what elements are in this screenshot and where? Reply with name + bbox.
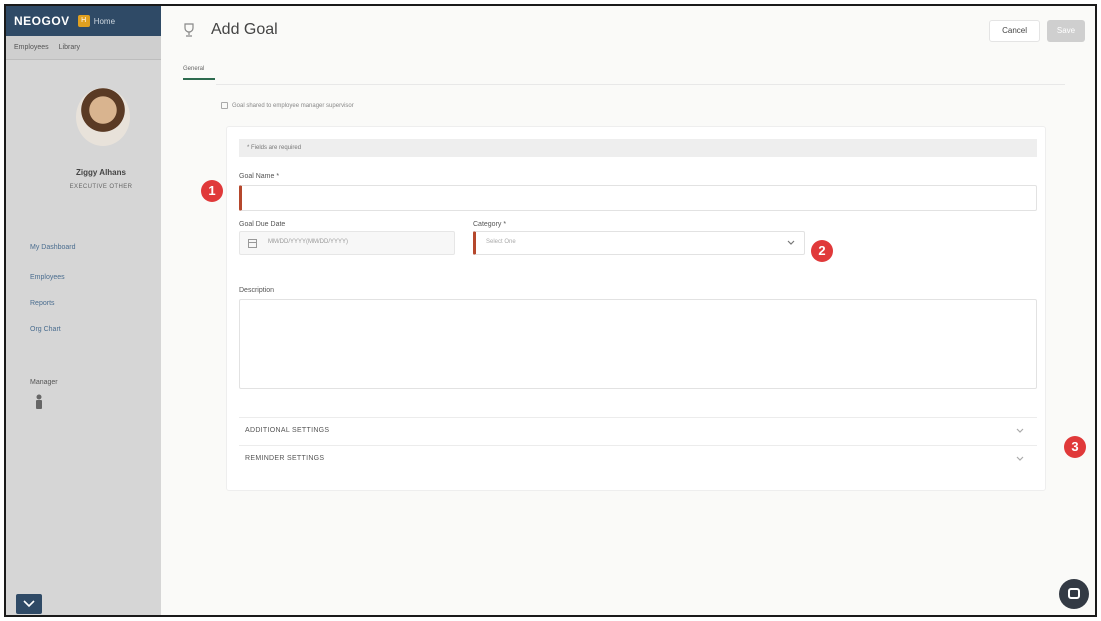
sidebar: NEOGOV H Home Employees Library Ziggy Al… [6, 6, 161, 615]
trophy-icon [184, 23, 194, 37]
goal-name-input[interactable] [239, 185, 1037, 211]
notice-text: Goal shared to employee manager supervis… [232, 102, 354, 109]
description-label: Description [239, 287, 275, 294]
home-app-icon: H [77, 15, 90, 27]
nav-org-chart[interactable]: Org Chart [30, 326, 61, 333]
page-header: Add Goal Cancel Save [161, 6, 1095, 56]
divider [216, 84, 1065, 85]
app-switcher[interactable]: H Home [77, 15, 116, 27]
chat-button[interactable] [1059, 579, 1089, 609]
nav-employees[interactable]: Employees [30, 274, 65, 281]
goal-form-card: * Fields are required Goal Name * Goal D… [226, 126, 1046, 491]
chevron-down-icon [1016, 456, 1024, 461]
due-date-input[interactable]: MM/DD/YYYY(MM/DD/YYYY) [239, 231, 455, 255]
description-textarea[interactable] [239, 299, 1037, 389]
due-date-label: Goal Due Date [239, 221, 286, 228]
chevron-down-icon [1016, 428, 1024, 433]
chevron-down-icon [23, 600, 35, 608]
save-button[interactable]: Save [1047, 20, 1085, 42]
due-date-placeholder: MM/DD/YYYY(MM/DD/YYYY) [268, 239, 349, 245]
tab-general[interactable]: General [183, 66, 204, 72]
calendar-icon[interactable] [248, 239, 257, 248]
sub-nav: Employees Library [6, 36, 161, 60]
collapse-button[interactable] [16, 594, 42, 614]
annotation-marker-1: 1 [201, 180, 223, 202]
annotation-marker-2: 2 [811, 240, 833, 262]
goal-name-label: Goal Name * [239, 173, 280, 180]
person-icon[interactable] [34, 394, 44, 410]
tab-active-indicator [183, 78, 215, 80]
subnav-employees[interactable]: Employees [14, 44, 49, 51]
user-avatar[interactable] [76, 88, 130, 146]
reminder-settings-label: REMINDER SETTINGS [245, 455, 325, 462]
chevron-down-icon [787, 240, 795, 245]
additional-settings-row[interactable]: ADDITIONAL SETTINGS [239, 417, 1037, 443]
main-content: Add Goal Cancel Save General Goal shared… [161, 6, 1095, 615]
user-name: Ziggy Alhans [76, 168, 126, 177]
user-title: EXECUTIVE OTHER [69, 184, 133, 190]
cancel-button[interactable]: Cancel [989, 20, 1040, 42]
app-name: Home [93, 16, 116, 26]
share-notice[interactable]: Goal shared to employee manager supervis… [221, 102, 354, 109]
reminder-settings-row[interactable]: REMINDER SETTINGS [239, 445, 1037, 471]
app-window: NEOGOV H Home Employees Library Ziggy Al… [4, 4, 1097, 617]
required-fields-note: * Fields are required [239, 139, 1037, 157]
top-bar: NEOGOV H Home [6, 6, 161, 36]
category-label: Category * [473, 221, 507, 228]
category-placeholder: Select One [486, 239, 516, 245]
notice-checkbox[interactable] [221, 102, 228, 109]
category-select[interactable]: Select One [473, 231, 805, 255]
nav-reports[interactable]: Reports [30, 300, 55, 307]
subnav-library[interactable]: Library [59, 44, 80, 51]
additional-settings-label: ADDITIONAL SETTINGS [245, 427, 330, 434]
page-title: Add Goal [211, 21, 278, 38]
manager-label: Manager [30, 379, 58, 386]
annotation-marker-3: 3 [1064, 436, 1086, 458]
chat-icon [1068, 588, 1080, 599]
neogov-logo[interactable]: NEOGOV [14, 14, 70, 28]
nav-my-dashboard[interactable]: My Dashboard [30, 244, 76, 251]
